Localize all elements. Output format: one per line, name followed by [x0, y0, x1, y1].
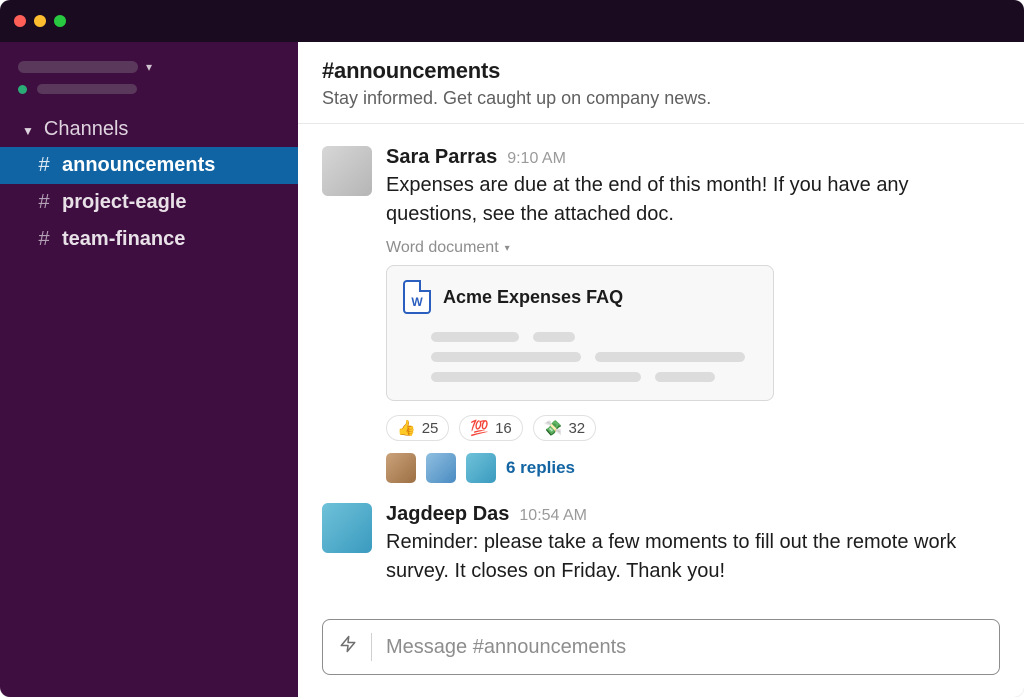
workspace-switcher[interactable]: ▾ [0, 54, 298, 82]
chevron-down-icon: ▾ [146, 60, 152, 74]
sidebar: ▾ ▼ Channels # announcements # project-e… [0, 42, 298, 697]
reaction-count: 32 [568, 420, 585, 437]
channel-name[interactable]: #announcements [322, 58, 1000, 84]
hash-icon: # [36, 191, 52, 214]
sidebar-channel-team-finance[interactable]: # team-finance [0, 221, 298, 258]
caret-down-icon: ▾ [505, 243, 510, 254]
reply-avatar [466, 453, 496, 483]
message-composer[interactable] [322, 619, 1000, 675]
workspace-name-placeholder [18, 61, 138, 73]
message-author[interactable]: Sara Parras [386, 146, 497, 169]
message-input[interactable] [386, 636, 983, 659]
channels-section-header[interactable]: ▼ Channels [0, 108, 298, 147]
username-placeholder [37, 84, 137, 94]
message-body: Jagdeep Das 10:54 AM Reminder: please ta… [386, 503, 1000, 586]
close-window-button[interactable] [14, 15, 26, 27]
window-controls [14, 15, 66, 27]
composer-area [298, 619, 1024, 697]
channel-header: #announcements Stay informed. Get caught… [298, 42, 1024, 124]
reaction-count: 25 [422, 420, 439, 437]
message-header: Sara Parras 9:10 AM [386, 146, 1000, 169]
channel-label: team-finance [62, 228, 185, 251]
caret-down-icon: ▼ [22, 125, 34, 137]
message: Sara Parras 9:10 AM Expenses are due at … [322, 132, 1000, 489]
message-list[interactable]: Sara Parras 9:10 AM Expenses are due at … [298, 124, 1024, 619]
channel-topic[interactable]: Stay informed. Get caught up on company … [322, 88, 1000, 109]
hash-icon: # [36, 228, 52, 251]
sidebar-channel-announcements[interactable]: # announcements [0, 147, 298, 184]
attachment-title: Acme Expenses FAQ [443, 287, 623, 308]
message-author[interactable]: Jagdeep Das [386, 503, 509, 526]
hundred-icon: 💯 [470, 419, 489, 437]
replies-link[interactable]: 6 replies [506, 458, 575, 478]
reply-avatar [426, 453, 456, 483]
reply-avatar [386, 453, 416, 483]
divider [371, 633, 372, 661]
maximize-window-button[interactable] [54, 15, 66, 27]
shortcuts-icon[interactable] [339, 634, 357, 660]
message-header: Jagdeep Das 10:54 AM [386, 503, 1000, 526]
attachment-type-label[interactable]: Word document ▾ [386, 239, 510, 257]
reaction-count: 16 [495, 420, 512, 437]
message-time: 10:54 AM [519, 507, 587, 525]
app-window: ▾ ▼ Channels # announcements # project-e… [0, 0, 1024, 697]
money-wings-icon: 💸 [544, 419, 563, 437]
avatar[interactable] [322, 503, 372, 553]
channel-label: project-eagle [62, 191, 186, 214]
app-body: ▾ ▼ Channels # announcements # project-e… [0, 42, 1024, 697]
user-presence-row[interactable] [0, 82, 298, 108]
message-text: Expenses are due at the end of this mont… [386, 171, 1000, 229]
reaction[interactable]: 👍 25 [386, 415, 449, 441]
attachment-type-text: Word document [386, 239, 499, 257]
attachment-header: W Acme Expenses FAQ [403, 280, 757, 314]
message-text: Reminder: please take a few moments to f… [386, 528, 1000, 586]
message-time: 9:10 AM [507, 150, 566, 168]
minimize-window-button[interactable] [34, 15, 46, 27]
message-body: Sara Parras 9:10 AM Expenses are due at … [386, 146, 1000, 483]
sidebar-channel-project-eagle[interactable]: # project-eagle [0, 184, 298, 221]
word-file-icon: W [403, 280, 431, 314]
thumbs-up-icon: 👍 [397, 419, 416, 437]
presence-active-icon [18, 85, 27, 94]
attachment-preview-placeholder [403, 332, 757, 382]
file-attachment[interactable]: W Acme Expenses FAQ [386, 265, 774, 401]
hash-icon: # [36, 154, 52, 177]
channels-section-label: Channels [44, 118, 129, 141]
titlebar [0, 0, 1024, 42]
reaction[interactable]: 💯 16 [459, 415, 522, 441]
message: Jagdeep Das 10:54 AM Reminder: please ta… [322, 489, 1000, 592]
reactions-bar: 👍 25 💯 16 💸 32 [386, 415, 1000, 441]
main-pane: #announcements Stay informed. Get caught… [298, 42, 1024, 697]
avatar[interactable] [322, 146, 372, 196]
channel-label: announcements [62, 154, 215, 177]
thread-summary[interactable]: 6 replies [386, 453, 1000, 483]
reaction[interactable]: 💸 32 [533, 415, 596, 441]
